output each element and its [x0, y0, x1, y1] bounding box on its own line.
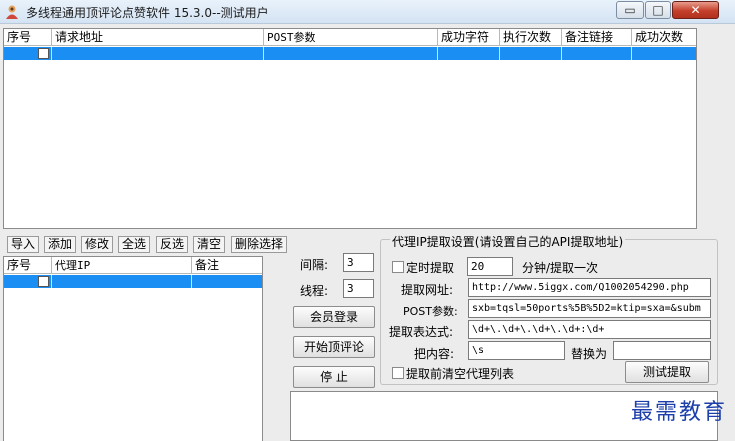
table-row[interactable] — [4, 275, 262, 288]
timed-unit-label: 分钟/提取一次 — [522, 261, 599, 275]
row-checkbox[interactable] — [38, 276, 49, 287]
login-button[interactable]: 会员登录 — [293, 306, 375, 328]
interval-label: 间隔: — [300, 258, 329, 272]
start-button[interactable]: 开始顶评论 — [293, 336, 375, 358]
regex-label: 提取表达式: — [389, 325, 454, 339]
clear-before-extract-label: 提取前清空代理列表 — [406, 367, 515, 381]
column-header-success-count[interactable]: 成功次数 — [632, 29, 696, 46]
regex-input[interactable]: \d+\.\d+\.\d+\.\d+:\d+ — [468, 320, 711, 339]
request-list[interactable]: 序号 请求地址 POST参数 成功字符 执行次数 备注链接 成功次数 — [3, 28, 697, 229]
watermark-text: 最需教育 — [630, 400, 727, 425]
threads-label: 线程: — [300, 284, 329, 298]
proxy-list[interactable]: 序号 代理IP 备注 — [3, 256, 263, 441]
timed-extract-checkbox[interactable] — [392, 261, 404, 273]
url-label: 提取网址: — [401, 283, 454, 297]
row-checkbox[interactable] — [38, 48, 49, 59]
column-header-index[interactable]: 序号 — [4, 29, 52, 46]
window-title: 多线程通用顶评论点赞软件 15.3.0--测试用户 — [26, 6, 269, 20]
test-extract-button[interactable]: 测试提取 — [625, 361, 709, 383]
timed-extract-label: 定时提取 — [406, 261, 455, 275]
edit-button[interactable]: 修改 — [81, 236, 114, 253]
app-icon — [6, 5, 18, 19]
column-header-url[interactable]: 请求地址 — [52, 29, 264, 46]
column-header-post[interactable]: POST参数 — [264, 29, 438, 46]
import-button[interactable]: 导入 — [7, 236, 40, 253]
close-icon: ✕ — [690, 3, 701, 17]
column-header-index[interactable]: 序号 — [4, 257, 52, 274]
post-params-label: POST参数: — [403, 305, 458, 318]
replace-input[interactable]: \s — [468, 341, 565, 360]
column-header-remark[interactable]: 备注 — [192, 257, 262, 274]
invert-selection-button[interactable]: 反选 — [156, 236, 189, 253]
clear-button[interactable]: 清空 — [193, 236, 226, 253]
title-bar[interactable]: 多线程通用顶评论点赞软件 15.3.0--测试用户 ▭ □ ✕ — [0, 0, 735, 24]
threads-input[interactable]: 3 — [343, 279, 374, 298]
close-button[interactable]: ✕ — [672, 1, 719, 19]
minimize-button[interactable]: ▭ — [616, 1, 644, 19]
column-header-proxy-ip[interactable]: 代理IP — [52, 257, 192, 274]
stop-button[interactable]: 停 止 — [293, 366, 375, 388]
column-header-exec-count[interactable]: 执行次数 — [500, 29, 562, 46]
column-header-remark-link[interactable]: 备注链接 — [562, 29, 632, 46]
select-all-button[interactable]: 全选 — [118, 236, 151, 253]
replace-with-input[interactable] — [613, 341, 711, 360]
delete-selected-button[interactable]: 删除选择 — [231, 236, 288, 253]
maximize-icon: □ — [652, 3, 664, 17]
proxy-settings-title: 代理IP提取设置(请设置自己的API提取地址) — [390, 233, 626, 250]
replace-label: 把内容: — [414, 347, 455, 361]
maximize-button[interactable]: □ — [645, 1, 671, 19]
add-button[interactable]: 添加 — [44, 236, 77, 253]
timed-interval-input[interactable]: 20 — [467, 257, 513, 276]
url-input[interactable]: http://www.5iggx.com/Q1002054290.php — [468, 278, 711, 297]
table-row[interactable] — [4, 47, 696, 60]
minimize-icon: ▭ — [624, 3, 636, 17]
replace-with-label: 替换为 — [571, 347, 608, 361]
clear-before-extract-checkbox[interactable] — [392, 367, 404, 379]
post-params-input[interactable]: sxb=tqsl=50ports%5B%5D2=ktip=sxa=&subm — [468, 299, 711, 318]
interval-input[interactable]: 3 — [343, 253, 374, 272]
column-header-success-string[interactable]: 成功字符 — [438, 29, 500, 46]
